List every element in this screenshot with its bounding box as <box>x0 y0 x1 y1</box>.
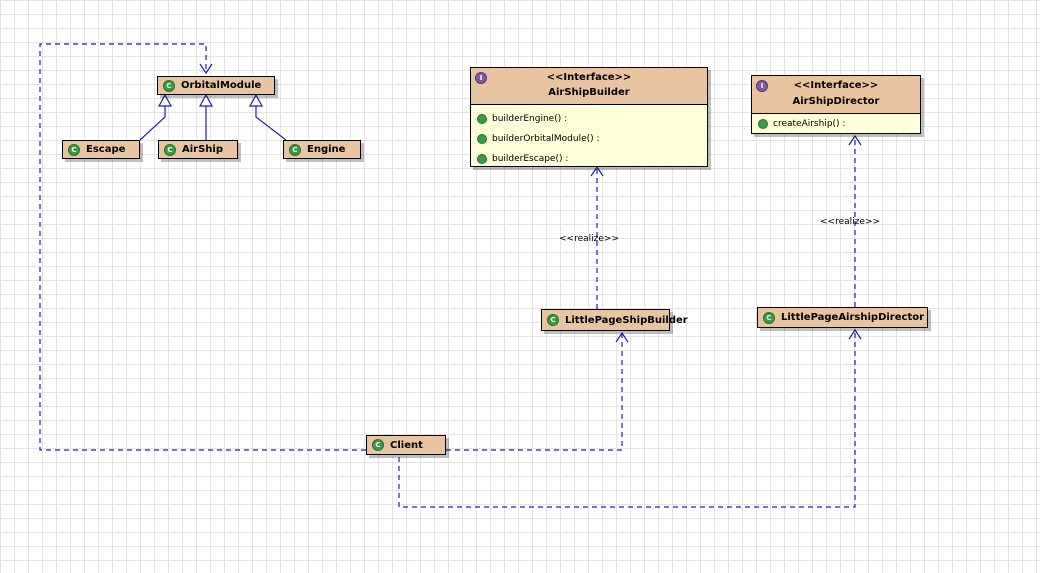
class-icon: C <box>164 143 176 156</box>
operation-signature: builderOrbitalModule() : <box>492 134 600 144</box>
class-name: LittlePageShipBuilder <box>565 314 688 326</box>
class-name: AirShip <box>182 144 224 155</box>
class-icon: C <box>763 311 775 324</box>
operations-compartment: createAirship() : <box>752 114 920 135</box>
interface-name: AirShipBuilder <box>548 87 630 98</box>
class-icon: C <box>163 79 175 92</box>
class-engine[interactable]: C Engine <box>283 140 361 159</box>
operation-signature: createAirship() : <box>773 119 846 129</box>
public-operation-icon <box>758 119 768 129</box>
public-operation-icon <box>477 154 487 164</box>
operations-compartment: builderEngine() : builderOrbitalModule()… <box>471 105 707 171</box>
interface-stereotype: <<Interface>> <box>793 80 879 91</box>
public-operation-icon <box>477 134 487 144</box>
operation-signature: builderEscape() : <box>492 154 569 164</box>
class-name: LittlePageAirshipDirector <box>781 312 925 323</box>
realize-label-director: <<realize>> <box>820 217 880 227</box>
operation-row[interactable]: builderEngine() : <box>477 109 707 129</box>
class-name: Escape <box>86 144 126 155</box>
operation-row[interactable]: createAirship() : <box>758 115 920 133</box>
interface-icon: I <box>475 72 487 84</box>
operation-signature: builderEngine() : <box>492 114 568 124</box>
generalization-engine-orbitalmodule[interactable] <box>248 93 287 141</box>
interface-icon: I <box>756 80 768 92</box>
class-name: Client <box>390 439 423 451</box>
interface-header: I <<Interface>> AirShipBuilder <box>471 68 707 105</box>
dependency-client-shipbuilder[interactable] <box>446 331 629 451</box>
interface-header: I <<Interface>> AirShipDirector <box>752 76 920 114</box>
class-orbitalmodule[interactable]: C OrbitalModule <box>157 76 275 95</box>
interface-name: AirShipDirector <box>792 96 880 107</box>
class-icon: C <box>547 314 559 326</box>
realize-label-builder: <<realize>> <box>559 234 619 244</box>
generalization-airship-orbitalmodule[interactable] <box>198 93 214 140</box>
generalization-escape-orbitalmodule[interactable] <box>139 93 173 141</box>
class-name: OrbitalModule <box>181 80 262 91</box>
interface-airshipbuilder[interactable]: I <<Interface>> AirShipBuilder builderEn… <box>470 67 708 167</box>
class-icon: C <box>289 143 301 156</box>
class-littlepageshipbuilder[interactable]: C LittlePageShipBuilder <box>541 309 688 331</box>
class-escape[interactable]: C Escape <box>62 140 140 159</box>
class-client[interactable]: C Client <box>366 435 446 455</box>
class-littlepageairshipdirector[interactable]: C LittlePageAirshipDirector <box>757 307 928 328</box>
class-icon: C <box>68 143 80 156</box>
class-name: Engine <box>307 144 346 155</box>
public-operation-icon <box>477 114 487 124</box>
operation-row[interactable]: builderOrbitalModule() : <box>477 129 707 149</box>
dependency-client-airshipdirector[interactable] <box>398 328 862 508</box>
class-airship[interactable]: C AirShip <box>158 140 238 159</box>
interface-airshipdirector[interactable]: I <<Interface>> AirShipDirector createAi… <box>751 75 921 134</box>
operation-row[interactable]: builderEscape() : <box>477 149 707 169</box>
interface-stereotype: <<Interface>> <box>546 72 632 83</box>
class-icon: C <box>372 439 384 451</box>
